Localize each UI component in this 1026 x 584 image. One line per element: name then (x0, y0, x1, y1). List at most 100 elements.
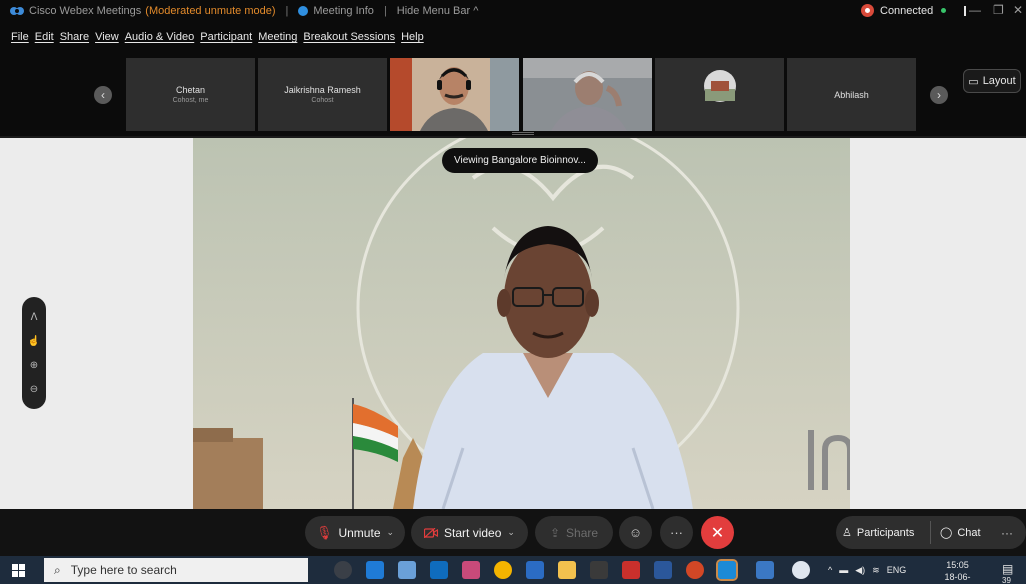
search-icon: ⌕ (54, 562, 61, 577)
person-icon: ♙ (842, 527, 852, 539)
speaker-icon[interactable]: ◀) (855, 565, 865, 576)
close-icon[interactable]: ✕ (1013, 3, 1023, 17)
word-icon[interactable] (654, 561, 672, 579)
annotation-toolbar: ⴷ ☝ ⊕ ⊖ (22, 297, 46, 409)
smiley-icon: ☺ (628, 525, 643, 540)
taskbar-clock[interactable]: 15:05 18-06-2021 (935, 559, 980, 584)
unmute-button[interactable]: 🎙 Unmute ⌄ (305, 516, 405, 549)
more-icon: ··· (1001, 525, 1013, 540)
outlook-icon[interactable] (430, 561, 448, 579)
layout-button[interactable]: ▭ Layout (963, 69, 1021, 93)
menu-breakout-sessions[interactable]: Breakout Sessions (303, 31, 395, 43)
menu-help[interactable]: Help (401, 31, 424, 43)
participant-video (390, 58, 519, 131)
notification-icon: ▤ (1002, 562, 1014, 576)
chevron-down-icon[interactable]: ⌄ (387, 527, 395, 538)
menu-meeting[interactable]: Meeting (258, 31, 297, 43)
hide-menu-bar-button[interactable]: Hide Menu Bar ^ (397, 5, 479, 17)
chevron-down-icon[interactable]: ⌄ (507, 527, 515, 538)
microphone-muted-icon: 🎙 (315, 524, 333, 540)
leave-meeting-button[interactable]: ✕ (701, 516, 734, 549)
menu-edit[interactable]: Edit (35, 31, 54, 43)
battery-icon[interactable]: ▬ (839, 565, 848, 575)
participant-strip: ‹ Chetan Cohost, me Jaikrishna Ramesh Co… (0, 56, 1026, 136)
chevron-up-icon[interactable]: ^ (828, 565, 832, 575)
chrome-icon[interactable] (494, 561, 512, 579)
divider: | (285, 5, 289, 17)
meeting-info-link[interactable]: Meeting Info (313, 5, 374, 17)
powerpoint-icon[interactable] (686, 561, 704, 579)
taskview-icon[interactable] (334, 561, 352, 579)
video-off-icon (424, 527, 439, 538)
chevron-left-icon[interactable]: ‹ (94, 86, 112, 104)
speaker-video (193, 138, 850, 509)
participant-tile[interactable] (655, 58, 784, 131)
chat-button[interactable]: ◯ Chat (940, 516, 981, 549)
menu-participant[interactable]: Participant (200, 31, 252, 43)
close-icon: ✕ (710, 524, 725, 542)
app-icon[interactable] (462, 561, 480, 579)
reactions-button[interactable]: ☺ (619, 516, 652, 549)
mode-label: (Moderated unmute mode) (145, 5, 276, 17)
minimize-icon[interactable]: — (969, 3, 981, 17)
maximize-icon[interactable]: ❐ (993, 3, 1004, 17)
connection-status[interactable]: Connected (861, 4, 967, 17)
webex-logo-icon (10, 7, 24, 15)
more-icon: ··· (670, 525, 683, 540)
wifi-icon[interactable]: ≋ (872, 565, 880, 576)
share-button[interactable]: ⇪ Share (535, 516, 613, 549)
menu-view[interactable]: View (95, 31, 119, 43)
avatar (703, 69, 736, 102)
pdf-icon[interactable] (622, 561, 640, 579)
photos-icon[interactable] (756, 561, 774, 579)
app-title: Cisco Webex Meetings (29, 5, 142, 17)
app-icon[interactable] (398, 561, 416, 579)
layout-icon: ▭ (968, 75, 979, 88)
notifications-button[interactable]: ▤ 39 (1002, 562, 1022, 584)
participant-video-tile[interactable] (523, 58, 652, 131)
zoom-in-icon[interactable]: ⊕ (30, 360, 38, 371)
system-tray: ^ ▬ ◀) ≋ ENG (828, 556, 906, 584)
onenote-icon[interactable] (526, 561, 544, 579)
menu-audio-video[interactable]: Audio & Video (125, 31, 195, 43)
strip-resize-handle[interactable] (512, 132, 534, 135)
chevron-right-icon[interactable]: › (930, 86, 948, 104)
menu-share[interactable]: Share (60, 31, 89, 43)
webex-icon[interactable] (716, 559, 738, 581)
edge-icon[interactable] (366, 561, 384, 579)
panel-buttons: ♙ Participants ◯ Chat ··· (836, 516, 1026, 549)
participant-video-tile[interactable] (390, 58, 519, 131)
viewing-label: Viewing Bangalore Bioinnov... (442, 148, 598, 173)
divider (930, 521, 931, 544)
title-bar: Cisco Webex Meetings (Moderated unmute m… (0, 0, 1026, 22)
annotate-icon[interactable]: ⴷ (31, 312, 38, 323)
app-icon[interactable] (590, 561, 608, 579)
participants-button[interactable]: ♙ Participants (842, 516, 914, 549)
participant-tile[interactable]: Abhilash (787, 58, 916, 131)
recording-icon (861, 4, 874, 17)
chat-bubble-icon: ◯ (940, 527, 953, 539)
meeting-controls: 🎙 Unmute ⌄ Start video ⌄ ⇪ Share ☺ ··· ✕ (0, 509, 1026, 556)
participant-tile[interactable]: Jaikrishna Ramesh Cohost (258, 58, 387, 131)
zoom-out-icon[interactable]: ⊖ (30, 384, 38, 395)
main-stage (0, 138, 1026, 509)
taskbar-search[interactable]: ⌕ Type here to search (44, 558, 308, 582)
file-explorer-icon[interactable] (558, 561, 576, 579)
meeting-info-icon (298, 6, 309, 16)
participant-video (523, 58, 652, 131)
pointer-icon[interactable]: ☝ (28, 336, 40, 347)
windows-start-icon[interactable] (12, 564, 25, 577)
windows-taskbar: ⌕ Type here to search ^ ▬ ◀) ≋ ENG 15:05… (0, 556, 1026, 584)
share-icon: ⇪ (549, 525, 561, 540)
onedrive-icon[interactable] (792, 561, 810, 579)
connection-label: Connected (880, 4, 934, 17)
more-options-button[interactable]: ··· (660, 516, 693, 549)
language-indicator[interactable]: ENG (887, 565, 907, 575)
participant-tile[interactable]: Chetan Cohost, me (126, 58, 255, 131)
menu-bar: File Edit Share View Audio & Video Parti… (0, 22, 1026, 56)
panels-more-button[interactable]: ··· (1001, 516, 1013, 549)
divider: | (383, 5, 387, 17)
start-video-button[interactable]: Start video ⌄ (411, 516, 528, 549)
webex-window: Cisco Webex Meetings (Moderated unmute m… (0, 0, 1026, 584)
menu-file[interactable]: File (11, 31, 29, 43)
